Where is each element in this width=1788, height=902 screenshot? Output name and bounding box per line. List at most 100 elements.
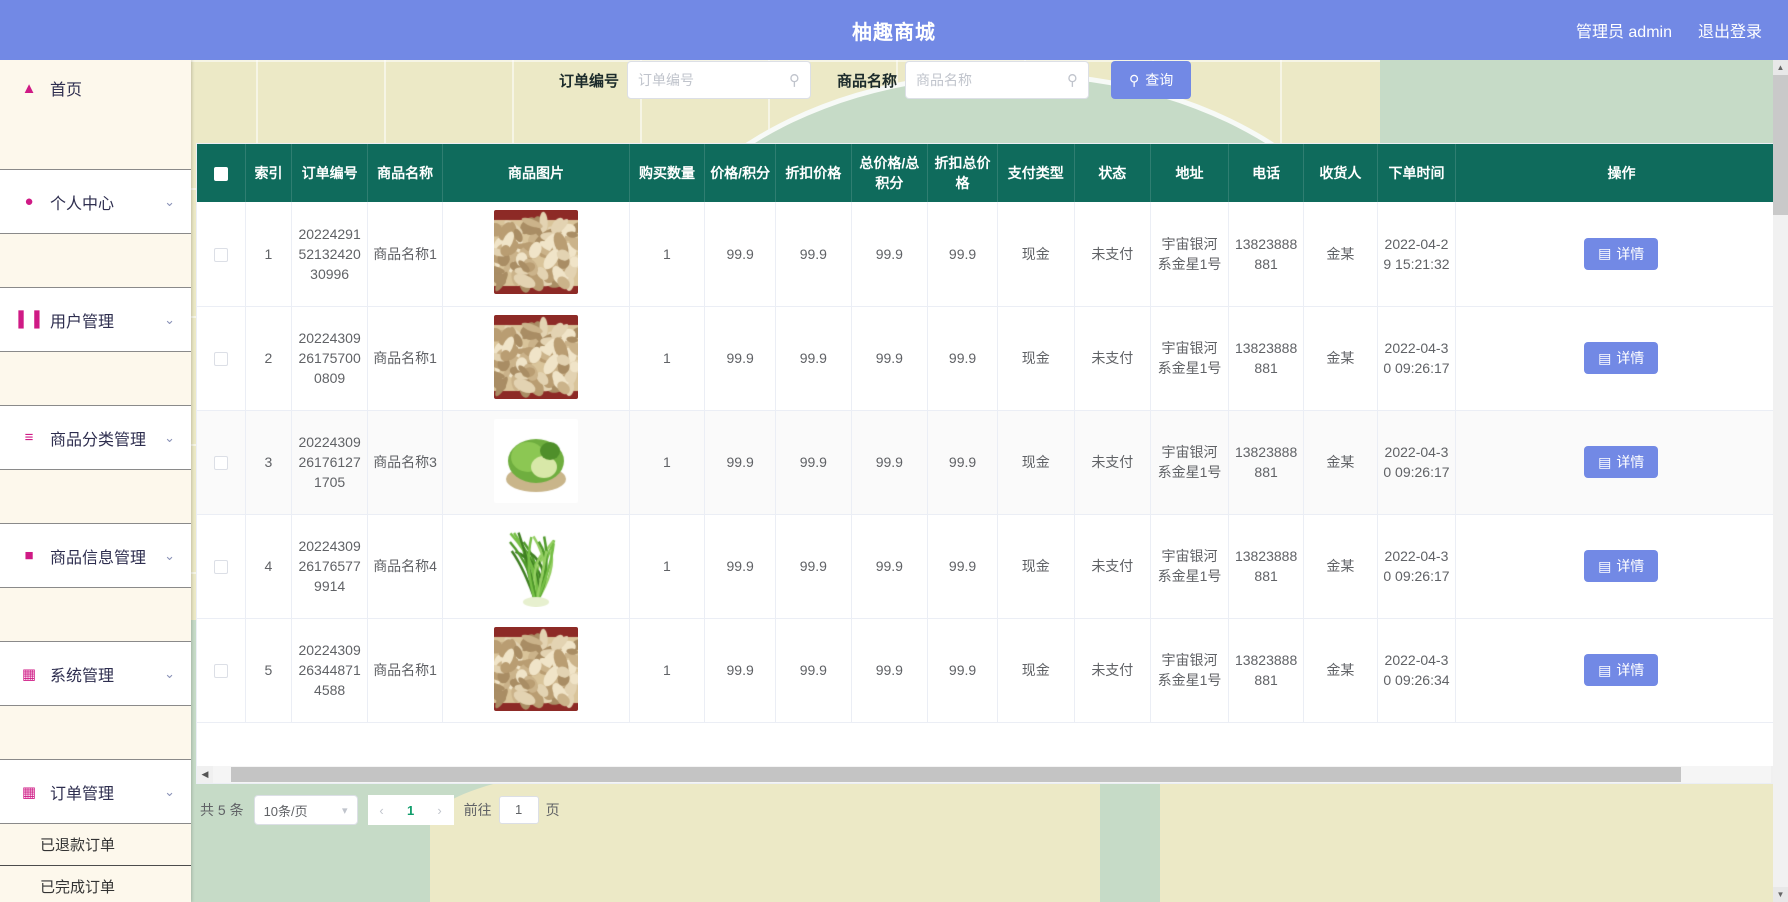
product-thumbnail[interactable] — [494, 419, 578, 503]
chevron-down-icon: ⌄ — [164, 548, 175, 564]
row-checkbox[interactable] — [214, 664, 228, 678]
logout-button[interactable]: 退出登录 — [1698, 18, 1762, 42]
sidebar-item-system-management[interactable]: ▦ 系统管理 ⌄ — [0, 642, 191, 706]
horizontal-scrollbar[interactable]: ◀ ▶ — [197, 766, 1786, 783]
cell-order-time: 2022-04-30 09:26:17 — [1377, 514, 1456, 618]
document-icon: ▤ — [1598, 350, 1611, 367]
cell-discount-total-text: 99.9 — [932, 452, 993, 472]
page-number-1[interactable]: 1 — [396, 795, 426, 825]
cell-pay-type: 现金 — [997, 410, 1074, 514]
cell-order-time: 2022-04-29 15:21:32 — [1377, 202, 1456, 306]
product-name-input[interactable]: 商品名称 ⚲ — [905, 61, 1089, 99]
goto-page-input[interactable]: 1 — [499, 796, 539, 824]
orders-table-header: 索引 订单编号 商品名称 商品图片 购买数量 价格/积分 折扣价格 总价格/总积… — [197, 144, 1786, 202]
chevron-down-icon: ⌄ — [164, 666, 175, 682]
sidebar-item-product-management[interactable]: ■ 商品信息管理 ⌄ — [0, 524, 191, 588]
sidebar-spacer — [0, 116, 191, 170]
cell-index-text: 2 — [250, 348, 288, 368]
table-row[interactable]: 420224309261765779914商品名称4199.999.999.99… — [197, 514, 1786, 618]
product-thumbnail[interactable] — [494, 523, 578, 607]
cell-total-price: 99.9 — [851, 202, 928, 306]
sidebar-item-user-management[interactable]: ▌▐ 用户管理 ⌄ — [0, 288, 191, 352]
orders-table-body: 1202242915213242030996商品名称1199.999.999.9… — [197, 202, 1786, 722]
horizontal-scroll-track[interactable] — [213, 766, 1771, 783]
cell-phone-text: 13823888881 — [1233, 546, 1299, 586]
table-row[interactable]: 520224309263448714588商品名称1199.999.999.99… — [197, 618, 1786, 722]
cell-discount-price: 99.9 — [776, 202, 851, 306]
sidebar-spacer — [0, 706, 191, 760]
cell-quantity: 1 — [629, 514, 704, 618]
row-checkbox[interactable] — [214, 560, 228, 574]
cell-index-text: 3 — [250, 452, 288, 472]
horizontal-scroll-thumb[interactable] — [231, 767, 1681, 782]
cell-quantity: 1 — [629, 410, 704, 514]
row-select-cell — [197, 618, 245, 722]
cell-index: 5 — [245, 618, 292, 722]
sidebar-subitem-completed-orders[interactable]: 已完成订单 — [0, 866, 191, 902]
search-icon: ⚲ — [789, 71, 800, 89]
order-no-input[interactable]: 订单编号 ⚲ — [627, 61, 811, 99]
select-all-checkbox[interactable] — [214, 167, 228, 181]
cell-order-time-text: 2022-04-29 15:21:32 — [1382, 234, 1452, 274]
column-header-address: 地址 — [1151, 144, 1229, 202]
cell-quantity-text: 1 — [634, 348, 700, 368]
detail-button[interactable]: ▤详情 — [1584, 446, 1658, 478]
cell-price-text: 99.9 — [709, 452, 771, 472]
sidebar-subitem-refunded-orders[interactable]: 已退款订单 — [0, 824, 191, 866]
cell-receiver: 金某 — [1304, 202, 1377, 306]
column-header-phone: 电话 — [1228, 144, 1303, 202]
cell-receiver: 金某 — [1304, 514, 1377, 618]
cell-product-name: 商品名称1 — [367, 306, 442, 410]
row-checkbox[interactable] — [214, 352, 228, 366]
sidebar-item-home[interactable]: ▲ 首页 — [0, 60, 191, 116]
table-row[interactable]: 1202242915213242030996商品名称1199.999.999.9… — [197, 202, 1786, 306]
detail-button-label: 详情 — [1616, 452, 1644, 472]
query-button[interactable]: ⚲ 查询 — [1111, 61, 1191, 99]
page-size-select[interactable]: 10条/页 ▾ — [254, 795, 358, 825]
cell-discount-price: 99.9 — [776, 618, 851, 722]
cell-price-text: 99.9 — [709, 556, 771, 576]
cell-discount-total-text: 99.9 — [932, 348, 993, 368]
sidebar-item-order-management[interactable]: ▦ 订单管理 ⌄ — [0, 760, 191, 824]
sidebar-spacer — [0, 234, 191, 288]
row-checkbox[interactable] — [214, 248, 228, 262]
vertical-scrollbar[interactable]: ▲ ▼ — [1773, 60, 1788, 902]
product-thumbnail[interactable] — [494, 210, 578, 294]
table-row[interactable]: 320224309261761271705商品名称3199.999.999.99… — [197, 410, 1786, 514]
next-page-button[interactable]: › — [426, 795, 454, 825]
cell-discount-price-text: 99.9 — [780, 348, 846, 368]
detail-button[interactable]: ▤详情 — [1584, 238, 1658, 270]
sidebar-item-label: 系统管理 — [50, 662, 114, 686]
briefcase-icon: ■ — [18, 547, 40, 564]
cell-quantity: 1 — [629, 306, 704, 410]
sidebar-spacer — [0, 352, 191, 406]
sidebar-item-personal-center[interactable]: ● 个人中心 ⌄ — [0, 170, 191, 234]
sidebar-item-category-management[interactable]: ≡ 商品分类管理 ⌄ — [0, 406, 191, 470]
detail-button[interactable]: ▤详情 — [1584, 342, 1658, 374]
product-thumbnail[interactable] — [494, 627, 578, 711]
product-thumbnail[interactable] — [494, 315, 578, 399]
cell-quantity-text: 1 — [634, 660, 700, 680]
cell-actions: ▤详情 — [1456, 618, 1786, 722]
prev-page-button[interactable]: ‹ — [368, 795, 396, 825]
cell-discount-price-text: 99.9 — [780, 452, 846, 472]
detail-button[interactable]: ▤详情 — [1584, 654, 1658, 686]
vertical-scroll-thumb[interactable] — [1773, 75, 1788, 215]
sidebar-spacer — [0, 470, 191, 524]
cell-receiver: 金某 — [1304, 306, 1377, 410]
cell-discount-total: 99.9 — [928, 306, 998, 410]
scroll-down-arrow-icon[interactable]: ▼ — [1773, 887, 1788, 902]
cell-product-image — [443, 618, 629, 722]
cell-total-price-text: 99.9 — [856, 556, 924, 576]
cell-order-time: 2022-04-30 09:26:17 — [1377, 410, 1456, 514]
detail-button[interactable]: ▤详情 — [1584, 550, 1658, 582]
cell-receiver: 金某 — [1304, 410, 1377, 514]
sidebar-item-label: 用户管理 — [50, 308, 114, 332]
row-checkbox[interactable] — [214, 456, 228, 470]
scroll-up-arrow-icon[interactable]: ▲ — [1773, 60, 1788, 75]
scroll-left-arrow-icon[interactable]: ◀ — [197, 766, 213, 783]
table-row[interactable]: 220224309261757000809商品名称1199.999.999.99… — [197, 306, 1786, 410]
cell-receiver-text: 金某 — [1308, 660, 1372, 680]
cell-status-text: 未支付 — [1079, 348, 1147, 368]
cell-actions: ▤详情 — [1456, 202, 1786, 306]
